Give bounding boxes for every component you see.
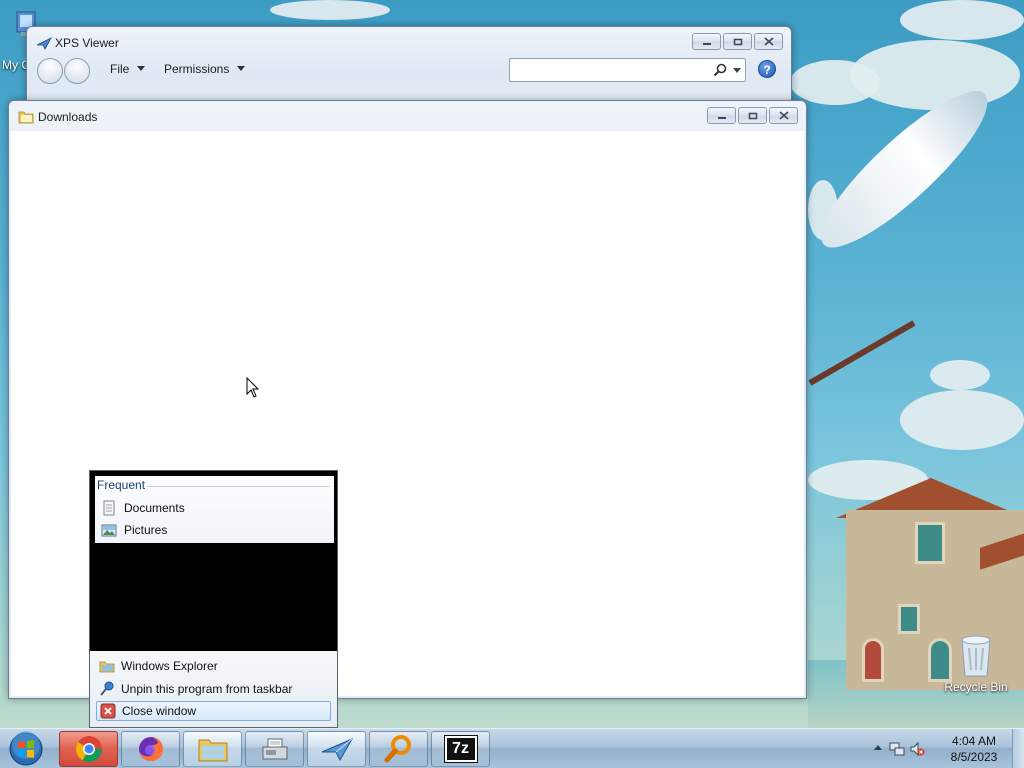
desktop-icon-recycle-bin[interactable]: Recycle Bin — [940, 630, 1012, 694]
minimize-icon — [717, 116, 726, 119]
jump-list-task-close-window[interactable]: Close window — [96, 701, 331, 721]
minimize-button[interactable] — [692, 33, 721, 50]
taskbar: 7z 4:04 AM 8/5/2023 — [0, 728, 1024, 768]
taskbar-button-7-zip[interactable]: 7z — [431, 731, 490, 767]
close-button[interactable] — [754, 33, 783, 50]
show-desktop-button[interactable] — [1012, 729, 1024, 768]
documents-icon — [103, 500, 115, 516]
jump-list-item-label: Pictures — [124, 523, 168, 537]
menu-permissions[interactable]: Permissions — [164, 62, 246, 76]
xps-viewer-window[interactable]: XPS Viewer File Permissions ? — [26, 26, 792, 114]
magnifier-icon — [384, 735, 411, 763]
navigation-buttons — [37, 58, 91, 84]
back-button[interactable] — [37, 58, 63, 84]
minimize-icon — [702, 42, 711, 45]
folder-icon — [18, 111, 34, 124]
jump-list-task-label: Windows Explorer — [121, 659, 218, 673]
xps-viewer-icon — [321, 737, 353, 762]
clock-date: 8/5/2023 — [950, 750, 998, 764]
window-title: Downloads — [38, 110, 98, 124]
taskbar-button-fax-and-scan[interactable] — [245, 731, 304, 767]
search-box[interactable] — [509, 58, 746, 82]
downloads-titlebar[interactable]: Downloads — [9, 101, 806, 129]
maximize-icon — [748, 112, 757, 119]
mouse-cursor-icon — [246, 377, 260, 398]
frequent-header: Frequent — [97, 478, 146, 492]
jump-list-task-label: Unpin this program from taskbar — [121, 682, 293, 696]
search-icon[interactable] — [713, 63, 727, 77]
jump-list-item-documents[interactable]: Documents — [99, 498, 330, 518]
desktop-icon-label: Recycle Bin — [944, 680, 1008, 694]
jump-list-task-label: Close window — [122, 704, 197, 718]
close-window-icon — [100, 703, 116, 719]
volume-muted-icon[interactable] — [909, 741, 925, 757]
maximize-button[interactable] — [723, 33, 752, 50]
network-icon[interactable] — [889, 741, 905, 757]
help-icon[interactable]: ? — [758, 60, 776, 78]
jump-list-tasks-section: Windows Explorer Unpin this program from… — [90, 651, 337, 727]
taskbar-button-firefox[interactable] — [121, 731, 180, 767]
7zip-icon: 7z — [443, 735, 478, 763]
folder-icon — [99, 661, 115, 673]
taskbar-button-chrome[interactable] — [59, 731, 118, 767]
search-dropdown-icon[interactable] — [733, 68, 741, 73]
header-divider — [147, 486, 330, 487]
forward-button[interactable] — [64, 58, 90, 84]
taskbar-jump-list: Frequent Documents Pictures Windows Expl… — [89, 470, 338, 728]
menu-file[interactable]: File — [110, 62, 146, 76]
clock[interactable]: 4:04 AM 8/5/2023 — [940, 733, 1008, 765]
close-icon — [763, 37, 774, 46]
taskbar-button-xps-viewer[interactable] — [307, 731, 366, 767]
chevron-down-icon — [137, 66, 146, 71]
windows-logo-icon — [9, 731, 43, 766]
show-hidden-icons-icon[interactable] — [874, 745, 882, 750]
menu-file-label: File — [110, 62, 130, 76]
chevron-down-icon — [237, 66, 246, 71]
unpin-icon — [100, 681, 114, 696]
7zip-label: 7z — [452, 740, 469, 757]
firefox-icon — [138, 736, 163, 761]
close-button[interactable] — [769, 107, 798, 124]
xps-viewer-icon — [36, 37, 52, 50]
search-input[interactable] — [514, 62, 704, 78]
window-title: XPS Viewer — [55, 36, 119, 50]
maximize-icon — [733, 38, 742, 45]
maximize-button[interactable] — [738, 107, 767, 124]
start-button[interactable] — [6, 731, 46, 767]
menu-permissions-label: Permissions — [164, 62, 230, 76]
jump-list-task-windows-explorer[interactable]: Windows Explorer — [96, 656, 331, 676]
clock-time: 4:04 AM — [951, 734, 997, 748]
jump-list-frequent-section: Frequent Documents Pictures — [95, 476, 334, 543]
close-icon — [778, 111, 789, 120]
taskbar-button-windows-explorer[interactable] — [183, 731, 242, 767]
folder-icon — [198, 739, 227, 762]
system-tray: 4:04 AM 8/5/2023 — [864, 729, 1024, 768]
jump-list-item-label: Documents — [124, 501, 185, 515]
recycle-bin-icon — [961, 635, 991, 677]
jump-list-item-pictures[interactable]: Pictures — [99, 520, 330, 540]
fax-icon — [262, 738, 287, 760]
xps-titlebar[interactable]: XPS Viewer — [27, 27, 791, 55]
jump-list-task-unpin[interactable]: Unpin this program from taskbar — [96, 679, 331, 699]
taskbar-button-search[interactable] — [369, 731, 428, 767]
minimize-button[interactable] — [707, 107, 736, 124]
pictures-icon — [101, 524, 117, 537]
chrome-icon — [75, 736, 102, 763]
